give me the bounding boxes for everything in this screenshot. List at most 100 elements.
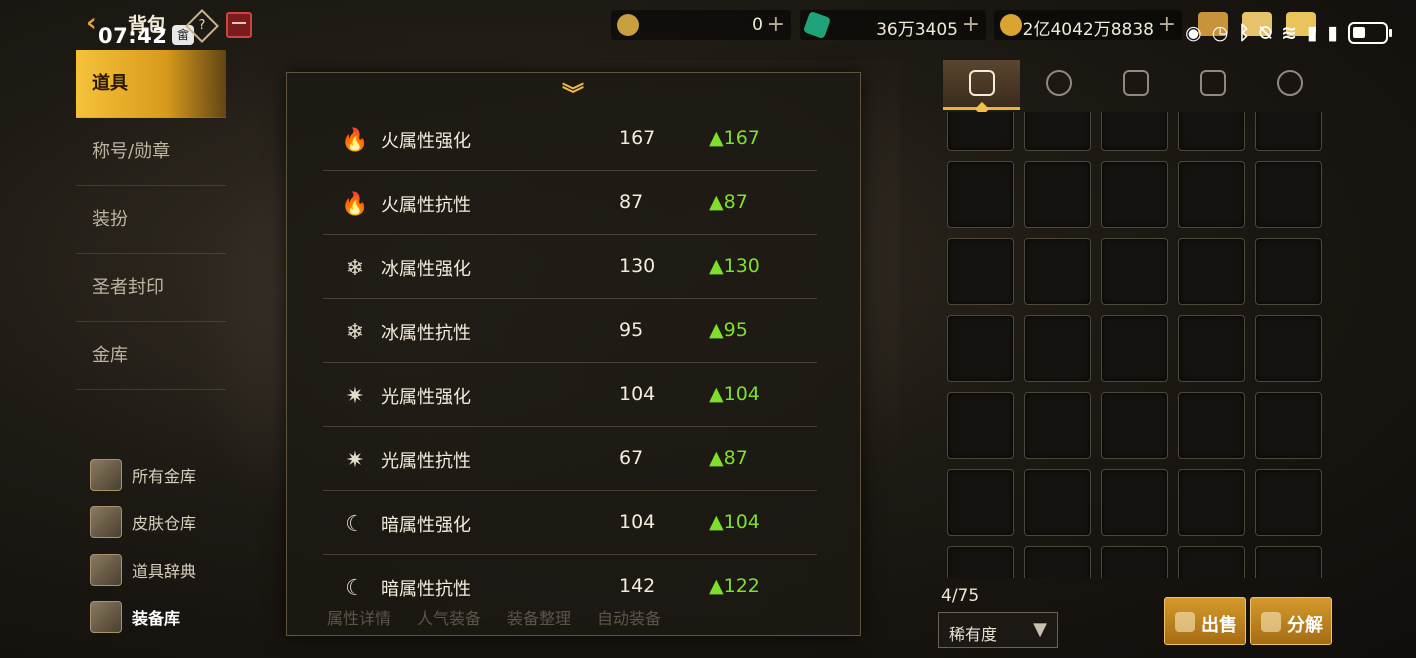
inventory-slot[interactable] (947, 161, 1014, 228)
inventory-slot[interactable] (1255, 161, 1322, 228)
inventory-slot[interactable] (1255, 469, 1322, 536)
inventory-slot[interactable] (1024, 112, 1091, 151)
inventory-slot[interactable] (947, 112, 1014, 151)
skin-storage-icon (90, 506, 122, 538)
inventory-slot[interactable] (1178, 469, 1245, 536)
top-bar: ‹ 背包 07:42 畲 ? 0 + 36万3405 + 2亿4042万8838… (0, 0, 1416, 50)
stat-row: ✷ 光属性抗性 67 ▲87 (323, 427, 817, 491)
chevron-down-icon: ▼ (1033, 619, 1047, 640)
inventory-slot[interactable] (947, 469, 1014, 536)
add-coin-c-button[interactable]: + (767, 12, 785, 37)
signal-icon-2: ▮ (1327, 22, 1338, 44)
tab-popular-equipment[interactable]: 人气装备 (417, 605, 481, 629)
potion-tab-icon (1046, 70, 1072, 96)
stat-row: ☾ 暗属性强化 104 ▲104 (323, 491, 817, 555)
system-status-icons: ◉ ◷ ᛒ ⍉ ≋ ▮ ▮ (1185, 18, 1392, 48)
inventory-grid (946, 112, 1326, 578)
equipment-tab-icon (969, 70, 995, 96)
currency-coin-c: 0 + (611, 10, 791, 40)
inventory-slot[interactable] (1178, 315, 1245, 382)
item-dictionary-icon (90, 554, 122, 586)
attribute-panel: ︾ 🔥 火属性强化 167 ▲167 🔥 火属性抗性 87 ▲87 ❄ 冰属性强… (286, 72, 861, 636)
currency-gold: 2亿4042万8838 + (994, 10, 1182, 40)
tab-equipment-sort[interactable]: 装备整理 (507, 605, 571, 629)
inventory-slot[interactable] (1255, 315, 1322, 382)
sidebar-item-titles[interactable]: 称号/勋章 (76, 118, 226, 186)
add-gold-button[interactable]: + (1158, 12, 1176, 37)
alarm-icon: ◷ (1211, 22, 1229, 44)
stat-row: ❄ 冰属性强化 130 ▲130 (323, 235, 817, 299)
inventory-tabs (943, 60, 1329, 117)
inventory-slot[interactable] (947, 546, 1014, 578)
light-resist-icon: ✷ (345, 448, 365, 473)
currency-gem: 36万3405 + (800, 10, 986, 40)
inventory-slot[interactable] (1255, 546, 1322, 578)
green-gem-icon (802, 10, 832, 40)
stat-row: 🔥 火属性强化 167 ▲167 (323, 107, 817, 171)
inventory-slot[interactable] (947, 315, 1014, 382)
calendar-icon[interactable] (226, 12, 252, 38)
rarity-dropdown[interactable]: 稀有度 ▼ (938, 612, 1058, 648)
eye-icon: ◉ (1185, 22, 1202, 44)
card-tab-icon (1200, 70, 1226, 96)
gold-coin-icon (1000, 14, 1022, 36)
disassemble-icon (1261, 612, 1281, 632)
coins-icon (1175, 612, 1195, 632)
inventory-slot[interactable] (1101, 238, 1168, 305)
material-tab-icon (1123, 70, 1149, 96)
inventory-slot[interactable] (1255, 238, 1322, 305)
sell-button[interactable]: 出售 (1164, 597, 1246, 645)
inventory-slot[interactable] (1024, 546, 1091, 578)
inventory-slot[interactable] (1101, 469, 1168, 536)
add-gem-button[interactable]: + (962, 12, 980, 37)
sidebar-sub-all-vaults[interactable]: 所有金库 (90, 453, 240, 497)
inventory-slot[interactable] (1101, 112, 1168, 151)
inventory-slot[interactable] (1255, 392, 1322, 459)
tab-materials[interactable] (1097, 60, 1174, 110)
inventory-slot[interactable] (1101, 392, 1168, 459)
sidebar-item-vault[interactable]: 金库 (76, 322, 226, 390)
pentagram-tab-icon (1277, 70, 1303, 96)
tab-attribute-details[interactable]: 属性详情 (327, 605, 391, 629)
inventory-slot[interactable] (1178, 546, 1245, 578)
bottom-tabs: 属性详情 人气装备 装备整理 自动装备 (327, 605, 661, 629)
tab-cards[interactable] (1174, 60, 1251, 110)
inventory-count: 4/75 (941, 586, 980, 606)
inventory-slot[interactable] (1255, 112, 1322, 151)
inventory-slot[interactable] (1101, 161, 1168, 228)
coin-c-icon (617, 14, 639, 36)
inventory-slot[interactable] (1024, 161, 1091, 228)
sidebar-sub-equipment-storage[interactable]: 装备库 (90, 595, 240, 639)
ice-resist-icon: ❄ (345, 320, 365, 345)
tab-consumables[interactable] (1020, 60, 1097, 110)
inventory-slot[interactable] (1178, 161, 1245, 228)
battery-icon (1348, 22, 1392, 44)
dark-resist-icon: ☾ (345, 576, 365, 601)
inventory-slot[interactable] (1178, 238, 1245, 305)
tab-equipment[interactable] (943, 60, 1020, 117)
sidebar-item-saint-seal[interactable]: 圣者封印 (76, 254, 226, 322)
inventory-slot[interactable] (1101, 546, 1168, 578)
tab-auto-equip[interactable]: 自动装备 (597, 605, 661, 629)
tab-special[interactable] (1251, 60, 1328, 110)
fire-enhance-icon: 🔥 (341, 128, 369, 153)
inventory-slot[interactable] (1178, 392, 1245, 459)
inventory-slot[interactable] (1024, 238, 1091, 305)
sidebar-sub-item-dictionary[interactable]: 道具辞典 (90, 548, 240, 592)
sidebar-item-avatar[interactable]: 装扮 (76, 186, 226, 254)
sidebar-item-items[interactable]: 道具 (76, 50, 226, 118)
inventory-slot[interactable] (1178, 112, 1245, 151)
inventory-slot[interactable] (1101, 315, 1168, 382)
inventory-slot[interactable] (1024, 392, 1091, 459)
disassemble-button[interactable]: 分解 (1250, 597, 1332, 645)
collapse-chevron-icon[interactable]: ︾ (557, 85, 589, 107)
wifi-icon: ≋ (1281, 22, 1298, 44)
sidebar-sub-skin-storage[interactable]: 皮肤仓库 (90, 500, 240, 544)
inventory-slot[interactable] (947, 392, 1014, 459)
inventory-slot[interactable] (1024, 315, 1091, 382)
inventory-slot[interactable] (1024, 469, 1091, 536)
inventory-slot[interactable] (947, 238, 1014, 305)
equipment-storage-icon (90, 601, 122, 633)
stat-row: 🔥 火属性抗性 87 ▲87 (323, 171, 817, 235)
stat-row: ✷ 光属性强化 104 ▲104 (323, 363, 817, 427)
